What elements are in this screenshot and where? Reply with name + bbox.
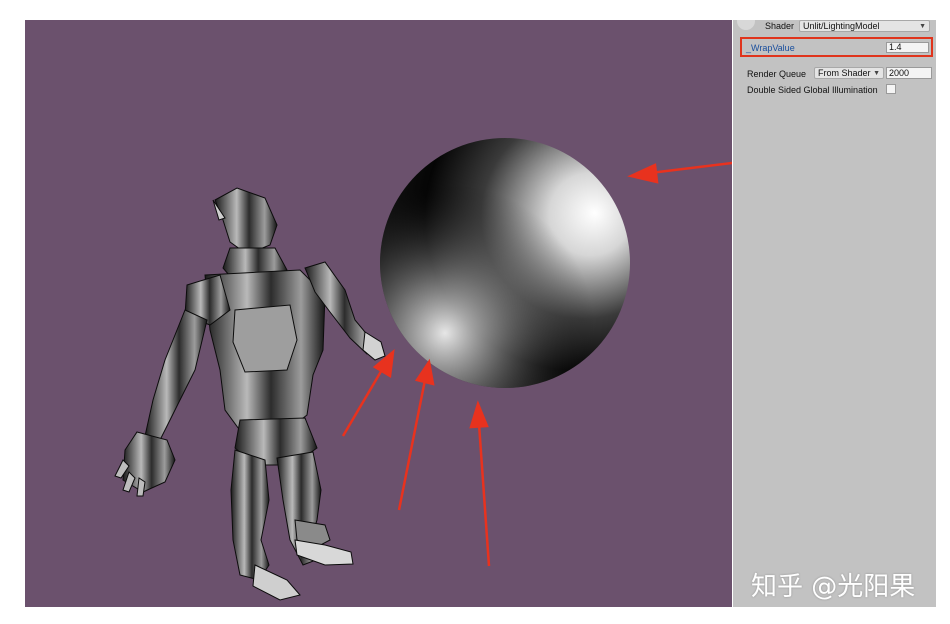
shader-label: Shader [765, 21, 795, 31]
arrow-to-rim-bottom-left [397, 358, 435, 511]
render-queue-mode: From Shader [818, 68, 871, 78]
material-inspector: Shader Unlit/LightingModel ▼ _WrapValue … [733, 20, 936, 607]
arrow-to-sphere-top [627, 161, 732, 184]
material-preview-icon [737, 20, 755, 30]
shader-row: Shader Unlit/LightingModel ▼ [733, 20, 936, 34]
arrow-to-rim-left [341, 349, 395, 437]
wrap-value-label: _WrapValue [746, 43, 795, 53]
render-queue-field[interactable]: 2000 [886, 67, 932, 79]
wrap-value-row: _WrapValue 1.4 [740, 37, 933, 57]
scene-render [114, 138, 732, 601]
dropdown-arrow-icon: ▼ [873, 70, 880, 77]
shader-value: Unlit/LightingModel [803, 21, 880, 31]
double-sided-gi-checkbox[interactable] [886, 84, 896, 94]
render-queue-dropdown[interactable]: From Shader ▼ [814, 67, 884, 79]
render-queue-label: Render Queue [747, 69, 807, 79]
scene-viewport[interactable] [25, 20, 732, 607]
armored-character [114, 187, 386, 601]
wrap-value-field[interactable]: 1.4 [886, 42, 929, 53]
dropdown-arrow-icon: ▼ [919, 23, 926, 30]
watermark: 知乎 @光阳果 [751, 572, 916, 602]
sphere [380, 138, 630, 388]
shader-dropdown[interactable]: Unlit/LightingModel ▼ [799, 20, 930, 32]
arrow-to-rim-bottom [469, 400, 491, 567]
double-sided-gi-label: Double Sided Global Illumination [747, 85, 878, 95]
